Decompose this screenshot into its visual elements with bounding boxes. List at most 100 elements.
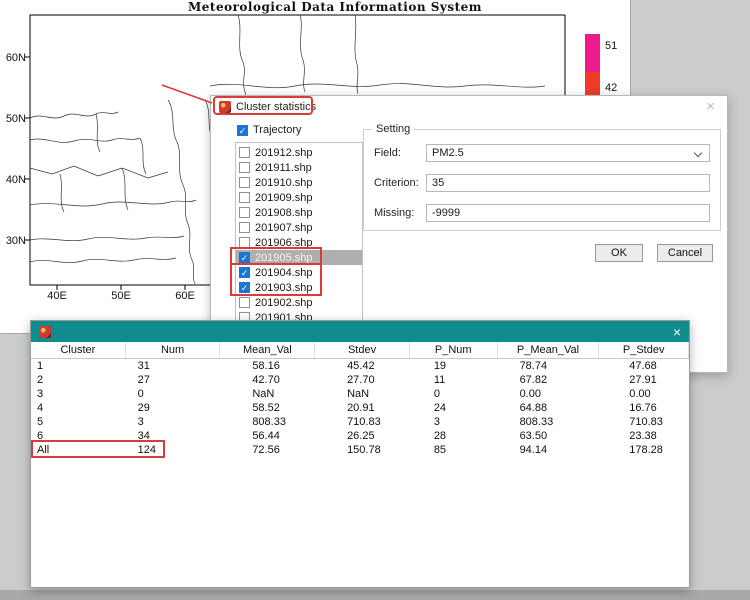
table-cell: 150.78 (315, 443, 410, 457)
setting-group-label: Setting (372, 123, 414, 135)
y-tick-label: 60N (6, 52, 26, 64)
file-checkbox[interactable] (239, 297, 250, 308)
table-cell: 710.83 (599, 415, 689, 429)
field-select[interactable]: PM2.5 (426, 144, 710, 162)
file-checkbox[interactable]: ✓ (239, 282, 250, 293)
app-icon (219, 101, 231, 113)
stats-window-titlebar[interactable]: × (31, 321, 689, 342)
criterion-label: Criterion: (374, 177, 426, 189)
ok-button[interactable]: OK (595, 244, 643, 262)
table-cell: 45.42 (315, 359, 410, 373)
file-item-201910[interactable]: 201910.shp (236, 175, 362, 190)
trajectory-checkbox[interactable]: ✓ (237, 125, 248, 136)
table-cell: 34 (126, 429, 221, 443)
table-row: 13158.1645.421978.7447.68 (31, 359, 689, 373)
table-cell: 27.91 (599, 373, 689, 387)
x-tick-label: 40E (47, 290, 67, 302)
table-cell: 0 (126, 387, 221, 401)
missing-row: Missing: (374, 204, 710, 222)
table-cell: 710.83 (315, 415, 410, 429)
column-header-mean_val[interactable]: Mean_Val (220, 342, 315, 358)
file-item-201906[interactable]: 201906.shp (236, 235, 362, 250)
table-cell: 19 (410, 359, 498, 373)
table-cell: 1 (31, 359, 126, 373)
trajectory-file-list[interactable]: 201912.shp201911.shp201910.shp201909.shp… (235, 142, 363, 328)
file-checkbox[interactable] (239, 147, 250, 158)
file-item-201908[interactable]: 201908.shp (236, 205, 362, 220)
table-cell: 28 (410, 429, 498, 443)
table-cell: 85 (410, 443, 498, 457)
column-header-p_num[interactable]: P_Num (410, 342, 498, 358)
column-header-num[interactable]: Num (126, 342, 221, 358)
file-item-201907[interactable]: 201907.shp (236, 220, 362, 235)
stats-window-close-icon[interactable]: × (673, 325, 681, 339)
file-checkbox[interactable] (239, 222, 250, 233)
table-cell: 58.52 (220, 401, 315, 415)
table-cell: 27.70 (315, 373, 410, 387)
app-icon (39, 326, 51, 338)
criterion-row: Criterion: (374, 174, 710, 192)
table-cell: 3 (31, 387, 126, 401)
file-checkbox[interactable] (239, 207, 250, 218)
criterion-input[interactable] (426, 174, 710, 192)
column-header-stdev[interactable]: Stdev (315, 342, 410, 358)
table-row: 53808.33710.833808.33710.83 (31, 415, 689, 429)
cancel-button[interactable]: Cancel (657, 244, 713, 262)
table-cell: 0.00 (599, 387, 689, 401)
table-row: 22742.7027.701167.8227.91 (31, 373, 689, 387)
table-row: 63456.4426.252863.5023.38 (31, 429, 689, 443)
file-item-201912[interactable]: 201912.shp (236, 145, 362, 160)
table-cell: 64.88 (498, 401, 600, 415)
column-header-cluster[interactable]: Cluster (31, 342, 126, 358)
dialog-close-icon[interactable]: × (706, 99, 715, 114)
file-checkbox[interactable] (239, 237, 250, 248)
table-cell: 11 (410, 373, 498, 387)
table-cell: 124 (126, 443, 221, 457)
table-cell: 16.76 (599, 401, 689, 415)
column-header-p_stdev[interactable]: P_Stdev (599, 342, 689, 358)
file-label: 201912.shp (255, 147, 313, 159)
table-cell: 42.70 (220, 373, 315, 387)
missing-label: Missing: (374, 207, 426, 219)
file-checkbox[interactable] (239, 177, 250, 188)
table-cell: 63.50 (498, 429, 600, 443)
dialog-titlebar[interactable]: Cluster statistics (219, 101, 316, 113)
dialog-title: Cluster statistics (236, 101, 316, 113)
trajectory-checkbox-row[interactable]: ✓ Trajectory (237, 124, 302, 136)
table-cell: 2 (31, 373, 126, 387)
table-cell: 0 (410, 387, 498, 401)
file-item-201903[interactable]: ✓ 201903.shp (236, 280, 362, 295)
field-row: Field: PM2.5 (374, 144, 710, 162)
file-item-201905[interactable]: ✓201905.shp (236, 250, 362, 265)
table-cell: NaN (315, 387, 410, 401)
table-cell: 5 (31, 415, 126, 429)
column-header-p_mean_val[interactable]: P_Mean_Val (498, 342, 600, 358)
table-cell: 0.00 (498, 387, 600, 401)
file-item-201904[interactable]: ✓201904.shp (236, 265, 362, 280)
table-cell: 58.16 (220, 359, 315, 373)
table-header-row: ClusterNumMean_ValStdevP_NumP_Mean_ValP_… (31, 342, 689, 359)
table-cell: 23.38 (599, 429, 689, 443)
file-item-201902[interactable]: 201902.shp (236, 295, 362, 310)
table-cell: 808.33 (220, 415, 315, 429)
colorbar-label: 42 (605, 82, 617, 94)
file-item-201909[interactable]: 201909.shp (236, 190, 362, 205)
x-tick-label: 50E (111, 290, 131, 302)
file-checkbox[interactable]: ✓ (239, 267, 250, 278)
table-cell: 27 (126, 373, 221, 387)
chevron-down-icon (694, 149, 702, 157)
taskbar (0, 590, 750, 600)
y-tick-label: 50N (6, 113, 26, 125)
file-checkbox[interactable] (239, 162, 250, 173)
missing-input[interactable] (426, 204, 710, 222)
table-cell: 4 (31, 401, 126, 415)
file-label: 201907.shp (255, 222, 313, 234)
file-checkbox[interactable] (239, 192, 250, 203)
table-cell: NaN (220, 387, 315, 401)
table-cell: 67.82 (498, 373, 600, 387)
file-item-201911[interactable]: 201911.shp (236, 160, 362, 175)
table-cell: 178.28 (599, 443, 689, 457)
file-checkbox[interactable]: ✓ (239, 252, 250, 263)
table-cell: 94.14 (498, 443, 600, 457)
file-label: 201903.shp (255, 282, 313, 294)
